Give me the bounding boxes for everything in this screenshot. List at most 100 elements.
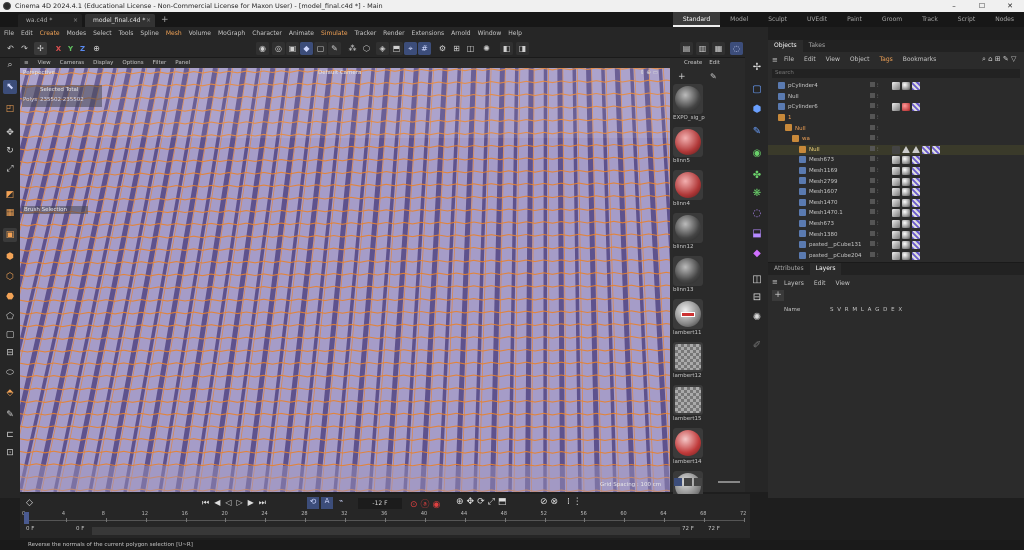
solo-mode-icon[interactable]: ⬭	[3, 366, 17, 380]
layout-tab-script[interactable]: Script	[948, 12, 985, 27]
light-icon[interactable]: ✺	[480, 42, 493, 55]
cube-icon[interactable]: ▢	[750, 82, 764, 96]
material-tag-icon[interactable]	[892, 231, 900, 239]
minimize-button[interactable]: –	[940, 0, 968, 12]
om-menu-file[interactable]: File	[784, 56, 794, 63]
deformer-bend-icon[interactable]: ◌	[750, 206, 764, 220]
add-tab-button[interactable]: +	[161, 14, 169, 27]
material-tag-icon[interactable]	[902, 188, 910, 196]
settings-gear-icon[interactable]: ⚙	[436, 42, 449, 55]
menu-edit[interactable]: Edit	[21, 30, 33, 37]
menu-volume[interactable]: Volume	[189, 30, 211, 37]
doc-tab-wa[interactable]: wa.c4d * ×	[18, 14, 82, 27]
object-row[interactable]: Mesh2799⁝	[768, 176, 1024, 187]
tag-icon[interactable]: ✐	[750, 338, 764, 352]
cloner-icon[interactable]: ✤	[750, 168, 764, 182]
texture-mode-icon[interactable]: ▦	[3, 206, 17, 220]
grid-snap-icon[interactable]: #	[418, 42, 431, 55]
timeline-ruler[interactable]: 04812162024283236404448525660646872	[20, 510, 750, 524]
keyframe-diamond-icon[interactable]: ◇	[26, 498, 38, 510]
scene-nodes-icon[interactable]: ◧	[500, 42, 513, 55]
material-tag-icon[interactable]	[902, 209, 910, 217]
layout-tab-track[interactable]: Track	[912, 12, 948, 27]
live-select-icon[interactable]: ◰	[3, 102, 17, 116]
model-mode-icon[interactable]: ◩	[3, 188, 17, 202]
camera-object-icon[interactable]: ◫	[750, 272, 764, 286]
tab-objects[interactable]: Objects	[768, 40, 803, 52]
material-tag-icon[interactable]	[912, 82, 920, 90]
maximize-button[interactable]: ☐	[968, 0, 996, 12]
rotate-icon[interactable]: ↻	[3, 144, 17, 158]
visibility-dots[interactable]: ⁝	[870, 93, 884, 101]
object-row[interactable]: 1⁝	[768, 113, 1024, 124]
cube-primitive-icon[interactable]: ▢	[314, 42, 327, 55]
render-to-pv-icon[interactable]: ▦	[712, 42, 725, 55]
menu-spline[interactable]: Spline	[140, 30, 158, 37]
uv-mode-icon[interactable]: ⬠	[3, 310, 17, 324]
pen-spline-icon[interactable]: ✎	[750, 124, 764, 138]
menu-animate[interactable]: Animate	[289, 30, 314, 37]
object-row[interactable]: Mesh1380⁝	[768, 229, 1024, 240]
menu-extensions[interactable]: Extensions	[412, 30, 445, 37]
layout-tab-standard[interactable]: Standard	[673, 12, 720, 27]
material-tag-icon[interactable]	[912, 188, 920, 196]
material-swatch[interactable]: blinn5	[673, 127, 705, 164]
material-tag-icon[interactable]	[892, 146, 900, 154]
material-swatch[interactable]: blinn12	[673, 213, 705, 250]
material-swatch[interactable]: lambert15	[673, 385, 705, 422]
visibility-dots[interactable]: ⁝	[870, 103, 884, 111]
close-tab-icon[interactable]: ×	[73, 14, 78, 27]
brush-icon[interactable]: ✎	[3, 408, 17, 422]
light-object-icon[interactable]: ✺	[750, 310, 764, 324]
primitive-cube-icon[interactable]: ⬢	[750, 102, 764, 116]
workplane-mode-icon[interactable]: ⬘	[3, 386, 17, 400]
object-row[interactable]: pCylinder6⁝	[768, 102, 1024, 113]
visibility-dots[interactable]: ⁝	[870, 199, 884, 207]
viewport-layout-icon[interactable]: ▤	[680, 42, 693, 55]
edge-mode-icon[interactable]: ⬡	[3, 270, 17, 284]
menu-mesh[interactable]: Mesh	[166, 30, 182, 37]
timeline-extra-icons[interactable]: ⊘⊗ ⁞⋮	[540, 497, 585, 507]
loop-icon[interactable]: ⟲	[307, 497, 319, 509]
current-frame-field[interactable]: -12 F	[358, 498, 402, 509]
material-tag-icon[interactable]	[892, 82, 900, 90]
material-tag-icon[interactable]	[922, 146, 930, 154]
layers-menu-edit[interactable]: Edit	[814, 280, 826, 287]
select-tool-icon[interactable]: ⬉	[3, 80, 17, 94]
material-nodes-icon[interactable]: ◨	[516, 42, 529, 55]
layout-tab-model[interactable]: Model	[720, 12, 758, 27]
menu-mograph[interactable]: MoGraph	[218, 30, 245, 37]
material-tag-icon[interactable]	[932, 146, 940, 154]
om-menu-object[interactable]: Object	[850, 56, 870, 63]
null-object-icon[interactable]: ✢	[750, 60, 764, 74]
move-tool-icon[interactable]: ✢	[34, 42, 47, 55]
material-tag-icon[interactable]	[892, 188, 900, 196]
menu-tools[interactable]: Tools	[119, 30, 134, 37]
key-mode-icons[interactable]: ⊕✥⟳⤢⬒	[456, 497, 509, 507]
material-menu-edit[interactable]: Edit	[709, 60, 720, 66]
edit-render-icon[interactable]: ▣	[286, 42, 299, 55]
material-tag-icon[interactable]	[912, 103, 920, 111]
material-swatch[interactable]: lambert12	[673, 342, 705, 379]
object-row[interactable]: pasted__pCube131⁝	[768, 240, 1024, 251]
material-tag-icon[interactable]	[902, 167, 910, 175]
material-tag-icon[interactable]	[892, 103, 900, 111]
undo-icon[interactable]: ↶	[4, 42, 17, 55]
viewport-menu-view[interactable]: View	[38, 60, 51, 66]
menu-modes[interactable]: Modes	[67, 30, 86, 37]
material-tag-icon[interactable]	[912, 231, 920, 239]
visibility-dots[interactable]: ⁝	[870, 114, 884, 122]
material-tag-icon[interactable]	[902, 231, 910, 239]
grid-view-icon[interactable]	[674, 478, 682, 486]
eyedropper-icon[interactable]: ✎	[710, 72, 717, 81]
object-row[interactable]: Null⁝	[768, 123, 1024, 134]
object-row[interactable]: Mesh1607⁝	[768, 187, 1024, 198]
filter-icon[interactable]	[694, 478, 702, 486]
material-tag-icon[interactable]	[902, 82, 910, 90]
add-material-icon[interactable]: +	[678, 72, 686, 82]
range-slider[interactable]	[92, 527, 680, 535]
subdivision-icon[interactable]: ◉	[750, 146, 764, 160]
volume-icon[interactable]: ◆	[750, 246, 764, 260]
material-swatch[interactable]: EXPO_sig_p	[673, 84, 705, 121]
point-mode-icon[interactable]: ⬢	[3, 250, 17, 264]
